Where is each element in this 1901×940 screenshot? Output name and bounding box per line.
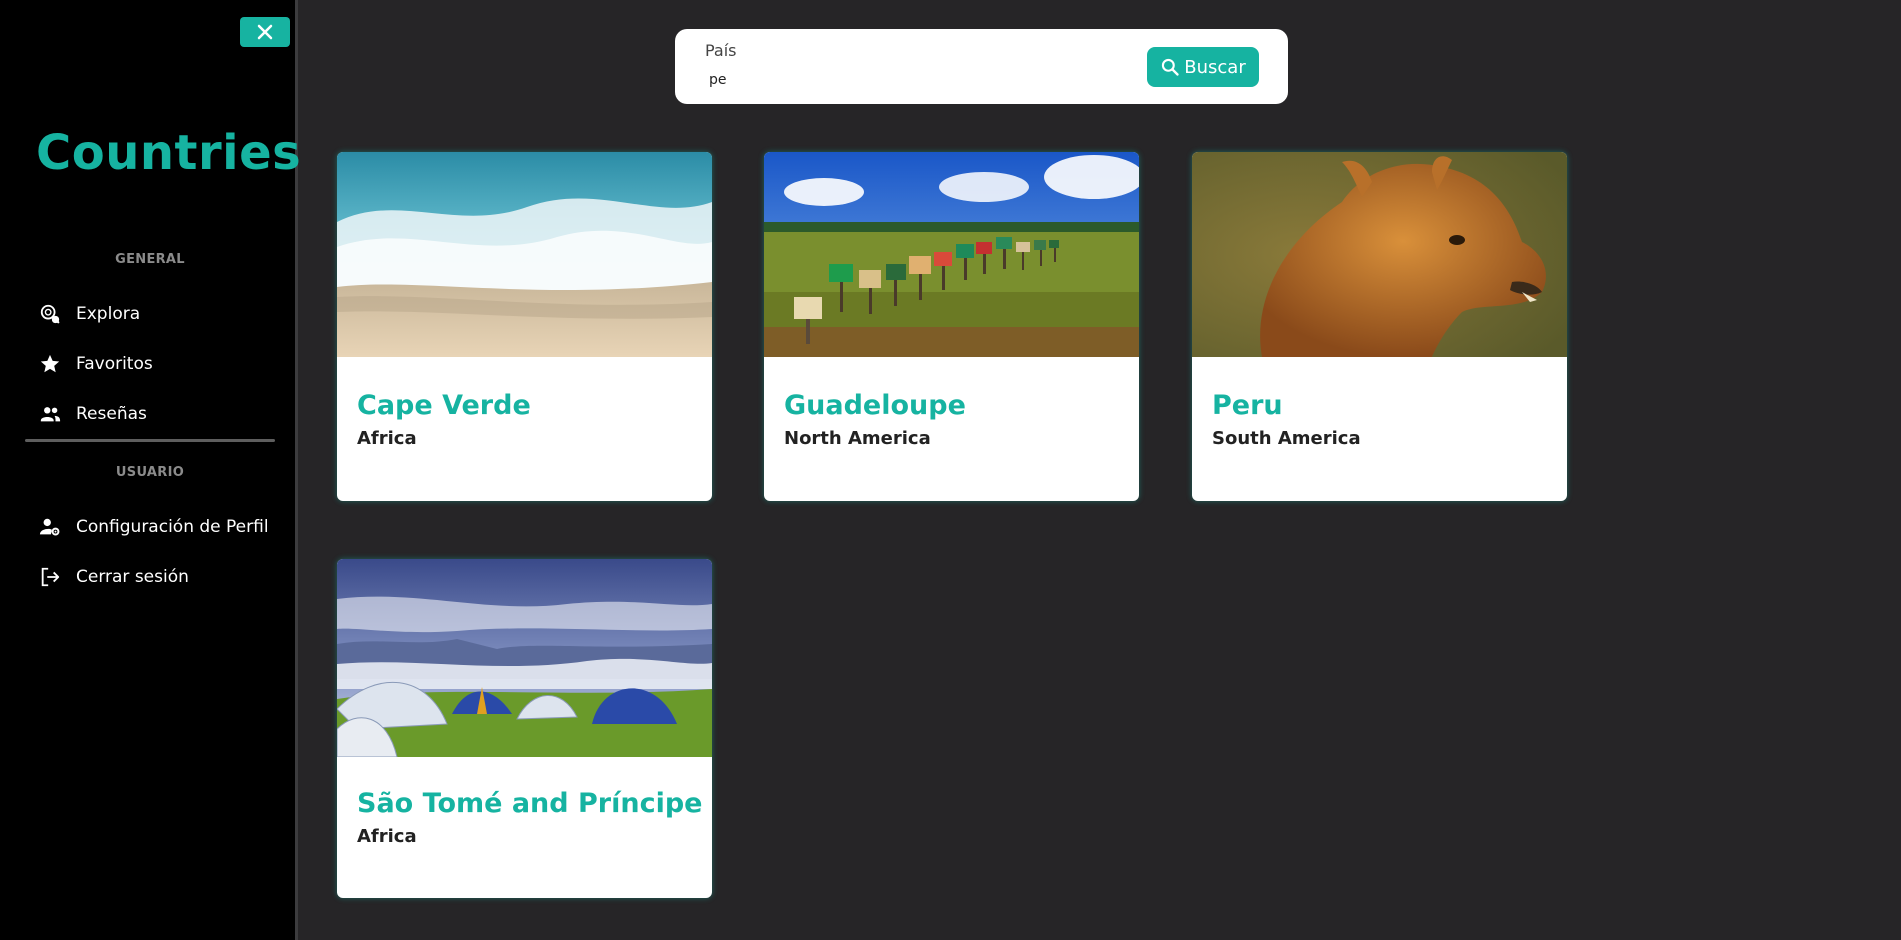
people-icon xyxy=(38,402,62,426)
sidebar: Countries GENERAL Explora Favoritos Rese… xyxy=(0,0,302,940)
close-icon xyxy=(257,24,273,40)
country-name: Peru xyxy=(1212,390,1283,421)
country-card-cape-verde[interactable]: Cape Verde Africa xyxy=(337,152,712,501)
close-sidebar-button[interactable] xyxy=(240,17,290,47)
nav-item-favoritos[interactable]: Favoritos xyxy=(38,349,153,379)
search-label: País xyxy=(705,41,737,60)
brand-title: Countries xyxy=(36,125,302,181)
country-name: São Tomé and Príncipe xyxy=(357,788,703,819)
search-button-label: Buscar xyxy=(1184,56,1246,78)
country-continent: Africa xyxy=(357,428,417,449)
explore-icon xyxy=(38,302,62,326)
logout-icon xyxy=(38,565,62,589)
nav-divider xyxy=(25,439,275,442)
section-label-general: GENERAL xyxy=(115,252,185,267)
country-image-cape-verde xyxy=(337,152,712,357)
nav-item-explora[interactable]: Explora xyxy=(38,299,140,329)
nav-label-resenas: Reseñas xyxy=(76,404,147,424)
star-icon xyxy=(38,352,62,376)
country-continent: North America xyxy=(784,428,931,449)
country-name: Cape Verde xyxy=(357,390,531,421)
country-card-guadeloupe[interactable]: Guadeloupe North America xyxy=(764,152,1139,501)
country-search-input[interactable] xyxy=(709,69,1089,91)
nav-item-profile-settings[interactable]: Configuración de Perfil xyxy=(38,512,269,542)
search-bar: País Buscar xyxy=(675,29,1288,104)
country-image-guadeloupe xyxy=(764,152,1139,357)
country-card-sao-tome[interactable]: São Tomé and Príncipe Africa xyxy=(337,559,712,898)
section-label-usuario: USUARIO xyxy=(115,465,185,480)
country-image-sao-tome xyxy=(337,559,712,757)
search-icon xyxy=(1162,58,1179,76)
nav-item-logout[interactable]: Cerrar sesión xyxy=(38,562,189,592)
nav-label-logout: Cerrar sesión xyxy=(76,567,189,587)
search-button[interactable]: Buscar xyxy=(1147,47,1259,87)
nav-label-explora: Explora xyxy=(76,304,141,324)
country-image-peru xyxy=(1192,152,1567,357)
user-settings-icon xyxy=(38,515,62,539)
country-continent: Africa xyxy=(357,826,417,847)
nav-label-profile-settings: Configuración de Perfil xyxy=(76,517,269,537)
country-continent: South America xyxy=(1212,428,1361,449)
nav-item-resenas[interactable]: Reseñas xyxy=(38,399,147,429)
country-name: Guadeloupe xyxy=(784,390,966,421)
country-card-peru[interactable]: Peru South America xyxy=(1192,152,1567,501)
nav-label-favoritos: Favoritos xyxy=(76,354,153,374)
